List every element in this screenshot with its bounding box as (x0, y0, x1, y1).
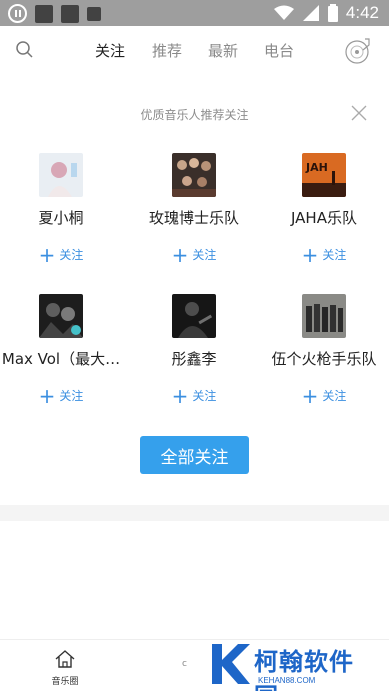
recommend-title: 优质音乐人推荐关注 (140, 108, 249, 122)
status-system-icons: 4:42 (273, 3, 379, 23)
artist-avatar[interactable] (172, 153, 216, 197)
home-icon (55, 650, 75, 668)
signal-icon (302, 5, 319, 21)
follow-button[interactable]: + 关注 (171, 383, 217, 408)
follow-button[interactable]: + 关注 (38, 383, 84, 408)
follow-button[interactable]: + 关注 (38, 242, 84, 267)
artist-card: 夏小桐 + 关注 (0, 153, 126, 266)
artist-name: 伍个火枪手乐队 (271, 350, 377, 368)
status-notification-icons (8, 4, 101, 23)
top-nav: 关注 推荐 最新 电台 (0, 26, 389, 74)
artist-card: 玫瑰博士乐队 + 关注 (129, 153, 259, 266)
follow-all-button[interactable]: 全部关注 (140, 436, 249, 474)
artist-avatar[interactable]: JAH (302, 153, 346, 197)
status-bar: 4:42 (0, 0, 389, 26)
follow-button[interactable]: + 关注 (171, 242, 217, 267)
follow-label: 关注 (59, 389, 84, 403)
follow-label: 关注 (59, 248, 84, 262)
watermark-url: KEHAN88.COM (258, 676, 316, 685)
app-notification-icon (35, 4, 53, 23)
tab-radio[interactable]: 电台 (264, 40, 294, 61)
artist-name: Max Vol（最大… (1, 350, 121, 368)
follow-button[interactable]: + 关注 (301, 383, 347, 408)
svg-text:JAH: JAH (305, 161, 328, 174)
artist-name: JAHA乐队 (291, 209, 357, 227)
tab-label: 音乐圈 (51, 677, 79, 687)
tab-partial-label: c (182, 659, 187, 669)
follow-label: 关注 (322, 389, 347, 403)
plus-icon: + (171, 383, 189, 408)
plus-icon: + (301, 242, 319, 267)
artist-avatar[interactable] (302, 294, 346, 338)
section-divider (0, 505, 389, 521)
artist-name: 彤鑫李 (171, 350, 217, 368)
artist-card: Max Vol（最大… + 关注 (0, 294, 126, 407)
app-notification-icon (87, 6, 101, 21)
artist-card: JAH JAHA乐队 + 关注 (259, 153, 389, 266)
watermark-logo: 柯翰软件园 KEHAN88.COM (208, 640, 378, 691)
tab-follow[interactable]: 关注 (95, 40, 125, 61)
k-logo-icon (212, 644, 250, 684)
app-notification-icon (61, 4, 79, 23)
tab-latest[interactable]: 最新 (208, 40, 238, 61)
tab-recommend[interactable]: 推荐 (152, 40, 182, 61)
status-time: 4:42 (345, 3, 379, 22)
pause-notification-icon (8, 4, 27, 23)
plus-icon: + (38, 383, 56, 408)
plus-icon: + (38, 242, 56, 267)
plus-icon: + (171, 242, 189, 267)
battery-icon (327, 4, 338, 22)
tab-bar: 关注 推荐 最新 电台 (0, 26, 389, 74)
artist-name: 玫瑰博士乐队 (148, 209, 239, 227)
artist-avatar[interactable] (39, 294, 83, 338)
follow-button[interactable]: + 关注 (301, 242, 347, 267)
tab-music-circle[interactable]: 音乐圈 (40, 649, 90, 687)
artist-card: 彤鑫李 + 关注 (129, 294, 259, 407)
artist-name: 夏小桐 (38, 209, 84, 227)
follow-label: 关注 (322, 248, 347, 262)
artist-avatar[interactable] (39, 153, 83, 197)
record-player-icon[interactable] (343, 36, 373, 66)
wifi-icon (273, 5, 294, 20)
plus-icon: + (301, 383, 319, 408)
follow-label: 关注 (192, 248, 217, 262)
follow-label: 关注 (192, 389, 217, 403)
close-icon[interactable] (351, 105, 367, 121)
artist-avatar[interactable] (172, 294, 216, 338)
artist-card: 伍个火枪手乐队 + 关注 (259, 294, 389, 407)
